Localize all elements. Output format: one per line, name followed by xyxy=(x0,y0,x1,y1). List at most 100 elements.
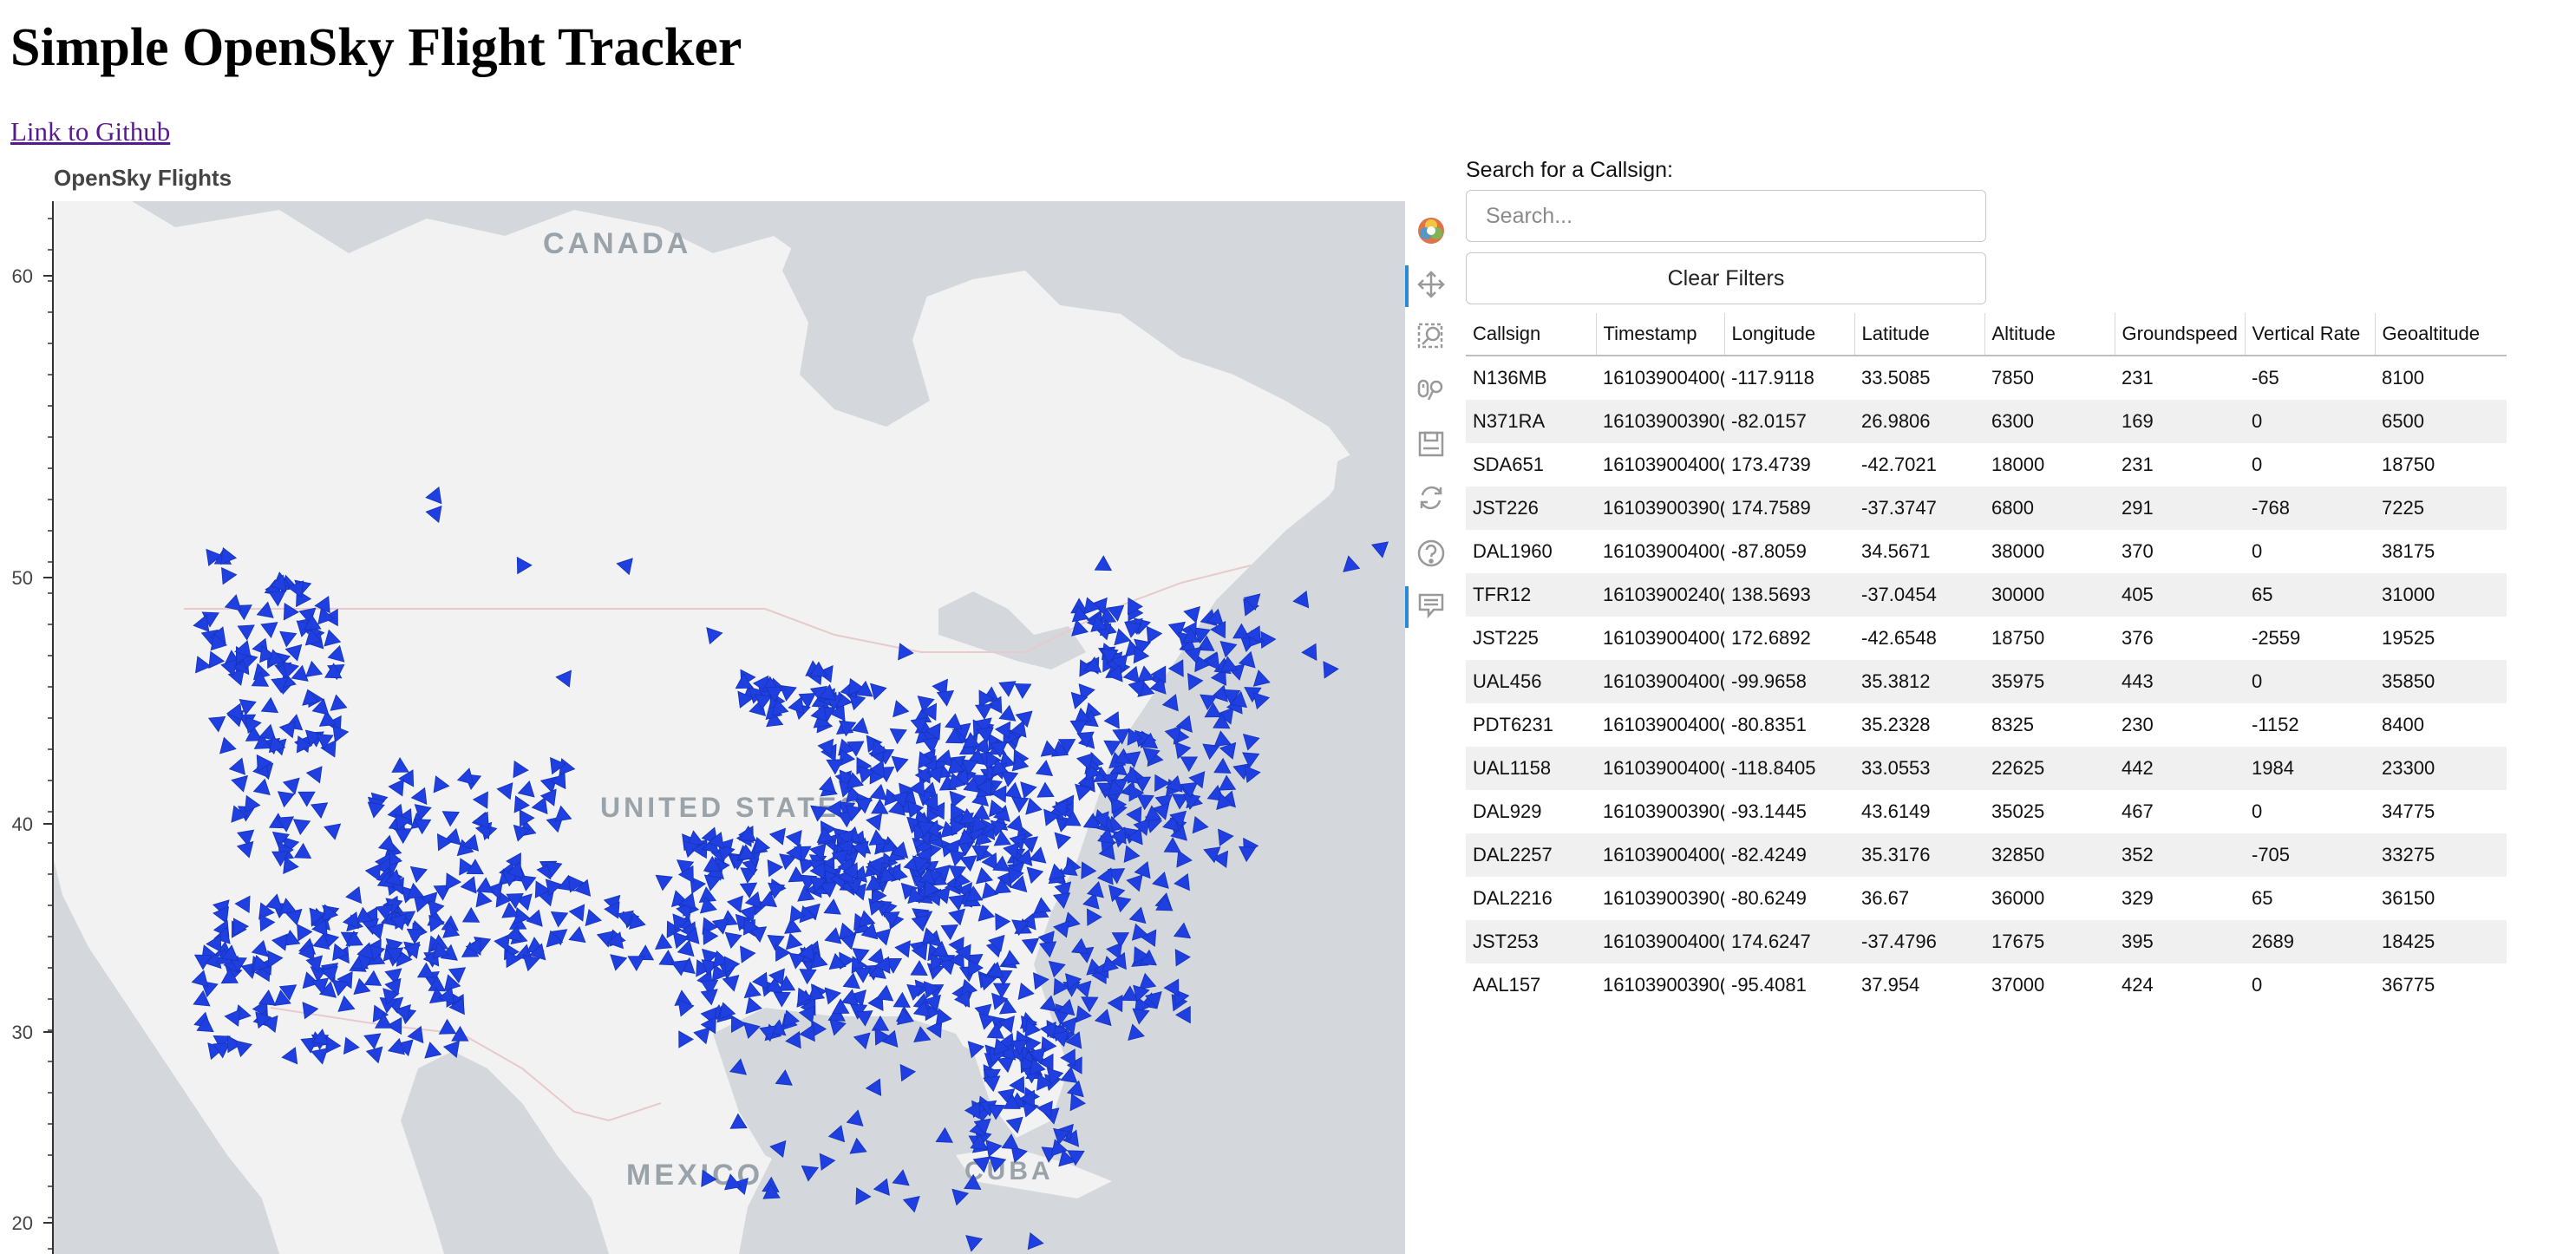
table-row[interactable]: DAL2257 16103900400(-82.4249 35.3176 32850 3… xyxy=(1466,833,2507,877)
column-header[interactable]: Latitude xyxy=(1854,313,1985,356)
table-cell: 17675 xyxy=(1984,920,2115,963)
aircraft-marker[interactable] xyxy=(951,1188,970,1206)
aircraft-marker[interactable] xyxy=(1086,908,1102,926)
github-link[interactable]: Link to Github xyxy=(10,116,170,147)
table-row[interactable]: SDA651 16103900400(173.4739 -42.7021 18000 2… xyxy=(1466,443,2507,487)
reset-tool-icon xyxy=(1416,483,1446,517)
column-header[interactable]: Altitude xyxy=(1984,313,2115,356)
table-cell: 16103900400( xyxy=(1603,714,1724,735)
aircraft-marker[interactable] xyxy=(1066,1080,1084,1098)
table-row[interactable]: N136MB 16103900400(-117.9118 33.5085 7850 23… xyxy=(1466,356,2507,400)
table-row[interactable]: TFR12 16103900240(138.5693 -37.0454 30000 40… xyxy=(1466,573,2507,617)
column-header[interactable]: Longitude xyxy=(1724,313,1855,356)
table-cell: 32850 xyxy=(1984,833,2115,877)
table-row[interactable]: AAL157 16103900390(-95.4081 37.954 37000 424… xyxy=(1466,963,2507,1007)
table-cell: 30000 xyxy=(1984,573,2115,617)
table-row[interactable]: UAL1158 16103900400(-118.8405 33.0553 22625… xyxy=(1466,747,2507,790)
aircraft-marker[interactable] xyxy=(1081,861,1097,879)
table-cell: -768 xyxy=(2245,487,2375,530)
table-cell: -82.4249 xyxy=(1724,833,1854,877)
table-row[interactable]: N371RA 16103900390(-82.0157 26.9806 6300 169… xyxy=(1466,400,2507,443)
table-cell: 26.9806 xyxy=(1854,400,1984,443)
aircraft-marker[interactable] xyxy=(873,1178,890,1196)
aircraft-marker[interactable] xyxy=(1123,845,1141,863)
column-header[interactable]: Timestamp xyxy=(1596,313,1725,356)
table-cell: 376 xyxy=(2122,627,2154,649)
table-cell: 174.6247 xyxy=(1724,920,1854,963)
table-cell: -705 xyxy=(2245,833,2375,877)
table-cell: 405 xyxy=(2115,573,2245,617)
table-cell: 35975 xyxy=(1984,660,2115,703)
right-panel: Search for a Callsign: Clear Filters Cal… xyxy=(1466,156,2507,1007)
pan-tool-button[interactable] xyxy=(1414,269,1448,304)
aircraft-marker[interactable] xyxy=(1053,920,1070,938)
aircraft-marker[interactable] xyxy=(1260,630,1277,650)
flight-map[interactable]: CANADA UNITED STATES MEXICO CUBA xyxy=(54,201,1405,1254)
wheel-zoom-tool-icon xyxy=(1416,376,1446,409)
column-header[interactable]: Vertical Rate xyxy=(2245,313,2376,356)
table-cell: 395 xyxy=(2115,920,2245,963)
table-cell: 16103900240( xyxy=(1596,573,1724,617)
bokeh-logo-button[interactable] xyxy=(1414,215,1448,250)
table-cell: -118.8405 xyxy=(1724,747,1854,790)
box-zoom-tool-button[interactable] xyxy=(1414,321,1448,356)
pan-tool-icon xyxy=(1416,270,1446,304)
table-row[interactable]: UAL456 16103900400(-99.9658 35.3812 35975 44… xyxy=(1466,660,2507,703)
table-row[interactable]: DAL2216 16103900390(-80.6249 36.67 36000 329… xyxy=(1466,877,2507,920)
table-row[interactable]: JST226 16103900390(174.7589 -37.3747 6800 29… xyxy=(1466,487,2507,530)
column-header[interactable]: Callsign xyxy=(1466,313,1597,356)
aircraft-marker[interactable] xyxy=(1053,977,1069,996)
aircraft-marker[interactable] xyxy=(1086,881,1104,898)
table-cell: 16103900400( xyxy=(1603,454,1724,475)
aircraft-marker[interactable] xyxy=(1126,806,1142,825)
table-cell: UAL456 xyxy=(1466,660,1596,703)
aircraft-marker[interactable] xyxy=(1187,672,1204,691)
table-cell: 231 xyxy=(2122,454,2154,475)
aircraft-marker[interactable] xyxy=(1174,741,1192,760)
table-row[interactable]: DAL929 16103900390(-93.1445 43.6149 35025 46… xyxy=(1466,790,2507,833)
table-cell: 65 xyxy=(2245,573,2375,617)
table-cell: -37.3747 xyxy=(1854,487,1984,530)
aircraft-marker[interactable] xyxy=(965,1235,984,1252)
clear-filters-button[interactable]: Clear Filters xyxy=(1466,252,1986,304)
hover-tool-button[interactable] xyxy=(1414,590,1448,624)
table-cell: 370 xyxy=(2122,540,2154,562)
save-tool-button[interactable] xyxy=(1414,428,1448,463)
table-cell: 0 xyxy=(2252,800,2263,822)
aircraft-marker[interactable] xyxy=(1048,960,1066,978)
table-row[interactable]: JST253 16103900400(174.6247 -37.4796 17675 3… xyxy=(1466,920,2507,963)
table-cell: 231 xyxy=(2122,367,2154,389)
table-row[interactable]: JST225 16103900400(172.6892 -42.6548 18750 3… xyxy=(1466,617,2507,660)
aircraft-marker[interactable] xyxy=(1180,756,1199,773)
table-cell: JST225 xyxy=(1473,627,1539,649)
reset-tool-button[interactable] xyxy=(1414,482,1448,517)
wheel-zoom-tool-button[interactable] xyxy=(1414,375,1448,409)
aircraft-marker[interactable] xyxy=(1070,937,1089,955)
table-cell: 36.67 xyxy=(1861,887,1910,909)
aircraft-marker[interactable] xyxy=(1081,996,1099,1013)
aircraft-marker[interactable] xyxy=(1219,640,1238,658)
aircraft-marker[interactable] xyxy=(1161,694,1179,712)
column-header[interactable]: Geoaltitude xyxy=(2375,313,2507,356)
table-row[interactable]: DAL1960 16103900400(-87.8059 34.5671 38000 3… xyxy=(1466,530,2507,573)
table-cell: 138.5693 xyxy=(1724,573,1854,617)
aircraft-marker[interactable] xyxy=(855,1187,872,1205)
aircraft-marker[interactable] xyxy=(1038,941,1057,958)
table-cell: 16103900390( xyxy=(1596,487,1724,530)
aircraft-marker[interactable] xyxy=(1027,1232,1044,1251)
box-zoom-tool-icon xyxy=(1416,322,1446,356)
table-cell: 37000 xyxy=(1991,974,2045,996)
aircraft-marker[interactable] xyxy=(902,1195,920,1213)
table-cell: DAL2216 xyxy=(1473,887,1553,909)
help-tool-button[interactable] xyxy=(1414,538,1448,572)
search-input[interactable] xyxy=(1466,190,1986,242)
table-cell: -117.9118 xyxy=(1731,367,1814,389)
aircraft-marker[interactable] xyxy=(1096,867,1114,885)
table-cell: JST253 xyxy=(1466,920,1596,963)
table-row[interactable]: PDT6231 16103900400(-80.8351 35.2328 8325 23… xyxy=(1466,703,2507,747)
table-cell: -37.4796 xyxy=(1854,920,1984,963)
table-cell: 33.5085 xyxy=(1861,367,1931,389)
table-cell: 467 xyxy=(2122,800,2154,822)
column-header[interactable]: Groundspeed xyxy=(2115,313,2246,356)
table-cell: 38000 xyxy=(1991,540,2045,562)
